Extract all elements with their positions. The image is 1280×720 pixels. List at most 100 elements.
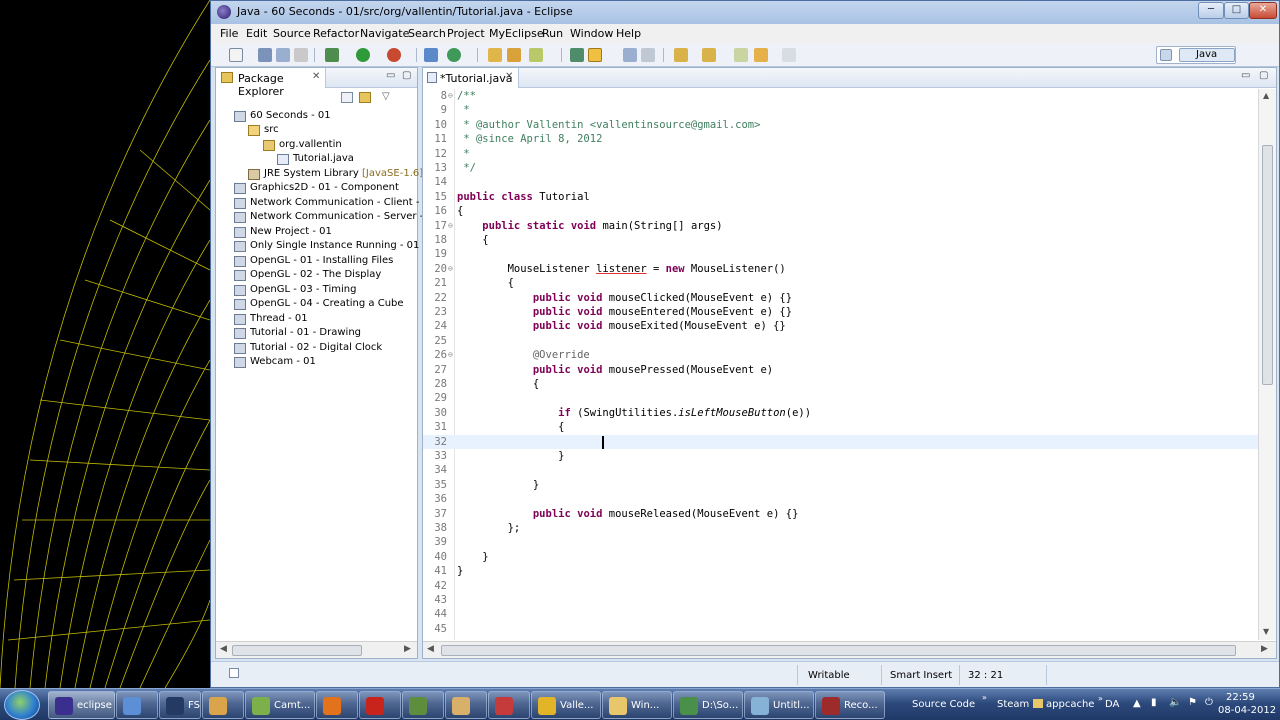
save-icon[interactable] xyxy=(258,48,272,62)
new-icon[interactable] xyxy=(229,48,243,62)
highlight-icon[interactable] xyxy=(588,48,602,62)
editor-hscrollbar[interactable]: ◀ ▶ xyxy=(423,641,1276,658)
clock-time[interactable]: 22:59 xyxy=(1226,692,1255,703)
code-line[interactable]: 45 xyxy=(423,622,1258,636)
collapse-all-icon[interactable] xyxy=(341,92,353,103)
menu-window[interactable]: Window xyxy=(570,27,613,40)
code-line[interactable]: 15 public class Tutorial xyxy=(423,190,1258,204)
code-line[interactable]: 27 public void mousePressed(MouseEvent e… xyxy=(423,363,1258,377)
open-folder-icon[interactable] xyxy=(507,48,521,62)
code-line[interactable]: 41} xyxy=(423,564,1258,578)
code-line[interactable]: 9 * xyxy=(423,103,1258,117)
new-class-icon[interactable] xyxy=(447,48,461,62)
scroll-thumb[interactable] xyxy=(441,645,1236,656)
code-line[interactable]: 36 xyxy=(423,492,1258,506)
package-explorer-hscrollbar[interactable]: ◀ ▶ xyxy=(216,641,417,658)
code-line[interactable]: 26 ⊖ @Override xyxy=(423,348,1258,362)
taskbar-button[interactable] xyxy=(316,691,358,719)
code-line[interactable]: 8 ⊖ /** xyxy=(423,89,1258,103)
input-language[interactable]: DA xyxy=(1105,699,1119,710)
minimize-view-icon[interactable]: ▭ xyxy=(386,70,395,81)
taskbar-button[interactable]: eclipse xyxy=(48,691,115,719)
code-line[interactable]: 31 { xyxy=(423,420,1258,434)
code-line[interactable]: 10 * @author Vallentin <vallentinsource@… xyxy=(423,118,1258,132)
scroll-up-icon[interactable]: ▲ xyxy=(1263,91,1269,100)
code-line[interactable]: 32 xyxy=(423,434,1258,449)
fold-toggle-icon[interactable]: ⊖ xyxy=(448,262,453,276)
toolbar-steam[interactable]: Steam xyxy=(997,699,1029,710)
taskbar-button[interactable]: Valle... xyxy=(531,691,601,719)
menu-project[interactable]: Project xyxy=(447,27,485,40)
minimize-editor-icon[interactable]: ▭ xyxy=(1241,70,1250,81)
code-line[interactable]: 37 public void mouseReleased(MouseEvent … xyxy=(423,507,1258,521)
code-line[interactable]: 29 xyxy=(423,391,1258,405)
show-hidden-icons-icon[interactable]: ▲ xyxy=(1133,698,1141,709)
code-line[interactable]: 38 }; xyxy=(423,521,1258,535)
scroll-thumb[interactable] xyxy=(232,645,362,656)
taskbar-button[interactable] xyxy=(488,691,530,719)
scroll-thumb[interactable] xyxy=(1262,145,1273,385)
code-line[interactable]: 35 } xyxy=(423,478,1258,492)
minimize-button[interactable]: ─ xyxy=(1198,2,1224,19)
scroll-down-icon[interactable]: ▼ xyxy=(1263,627,1269,636)
code-line[interactable]: 16 { xyxy=(423,204,1258,218)
code-line[interactable]: 44 xyxy=(423,607,1258,621)
scroll-left-icon[interactable]: ◀ xyxy=(220,644,227,654)
code-line[interactable]: 11 * @since April 8, 2012 xyxy=(423,132,1258,146)
close-window-button[interactable]: ✕ xyxy=(1249,2,1277,19)
maximize-editor-icon[interactable]: ▢ xyxy=(1259,70,1268,81)
code-line[interactable]: 20 ⊖ MouseListener listener = new MouseLi… xyxy=(423,262,1258,276)
menu-myeclipse[interactable]: MyEclipse xyxy=(489,27,544,40)
fold-toggle-icon[interactable]: ⊖ xyxy=(448,348,453,362)
run-icon[interactable] xyxy=(356,48,370,62)
tab-package-explorer[interactable]: Package Explorer ✕ xyxy=(216,68,326,98)
forward-icon[interactable] xyxy=(782,48,796,62)
clock-date[interactable]: 08-04-2012 xyxy=(1218,705,1276,716)
menu-help[interactable]: Help xyxy=(616,27,641,40)
link-with-editor-icon[interactable] xyxy=(359,92,371,103)
code-line[interactable]: 30 if (SwingUtilities.isLeftMouseButton(… xyxy=(423,406,1258,420)
title-bar[interactable]: Java - 60 Seconds - 01/src/org/vallentin… xyxy=(211,1,1279,24)
taskbar-button[interactable]: Reco... xyxy=(815,691,885,719)
taskbar-button[interactable] xyxy=(359,691,401,719)
menu-navigate[interactable]: Navigate xyxy=(360,27,409,40)
maximize-view-icon[interactable]: ▢ xyxy=(402,70,411,81)
menu-source[interactable]: Source xyxy=(273,27,311,40)
save-all-icon[interactable] xyxy=(276,48,290,62)
toolbar-source-code[interactable]: Source Code xyxy=(912,699,975,710)
taskbar-button[interactable] xyxy=(402,691,444,719)
taskbar-button[interactable]: FS xyxy=(159,691,201,719)
show-whitespace-icon[interactable] xyxy=(641,48,655,62)
fold-toggle-icon[interactable]: ⊖ xyxy=(448,219,453,233)
fast-view-icon[interactable] xyxy=(229,668,239,678)
search-icon[interactable] xyxy=(529,48,543,62)
menu-run[interactable]: Run xyxy=(542,27,563,40)
code-line[interactable]: 25 xyxy=(423,334,1258,348)
java-perspective-button[interactable]: Java xyxy=(1179,48,1235,62)
code-line[interactable]: 34 xyxy=(423,463,1258,477)
code-line[interactable]: 43 xyxy=(423,593,1258,607)
new-java-project-icon[interactable] xyxy=(424,48,438,62)
code-line[interactable]: 42 xyxy=(423,579,1258,593)
open-type-icon[interactable] xyxy=(488,48,502,62)
back-icon[interactable] xyxy=(754,48,768,62)
print-icon[interactable] xyxy=(294,48,308,62)
code-line[interactable]: 28 { xyxy=(423,377,1258,391)
code-line[interactable]: 39 xyxy=(423,535,1258,549)
code-line[interactable]: 18 { xyxy=(423,233,1258,247)
more-arrow-icon[interactable]: » xyxy=(982,693,987,702)
toggle-mark-icon[interactable] xyxy=(570,48,584,62)
code-line[interactable]: 33 } xyxy=(423,449,1258,463)
scroll-left-icon[interactable]: ◀ xyxy=(427,644,434,654)
fold-toggle-icon[interactable]: ⊖ xyxy=(448,89,453,103)
code-line[interactable]: 40 } xyxy=(423,550,1258,564)
view-menu-icon[interactable]: ▽ xyxy=(382,91,390,102)
taskbar-button[interactable] xyxy=(202,691,244,719)
taskbar-button[interactable]: Camt... xyxy=(245,691,315,719)
code-line[interactable]: 14 xyxy=(423,175,1258,189)
taskbar-button[interactable]: Win... xyxy=(602,691,672,719)
toolbar-appcache[interactable]: appcache xyxy=(1046,699,1094,710)
open-perspective-icon[interactable] xyxy=(1160,49,1172,61)
debug-icon[interactable] xyxy=(325,48,339,62)
code-line[interactable]: 22 public void mouseClicked(MouseEvent e… xyxy=(423,291,1258,305)
